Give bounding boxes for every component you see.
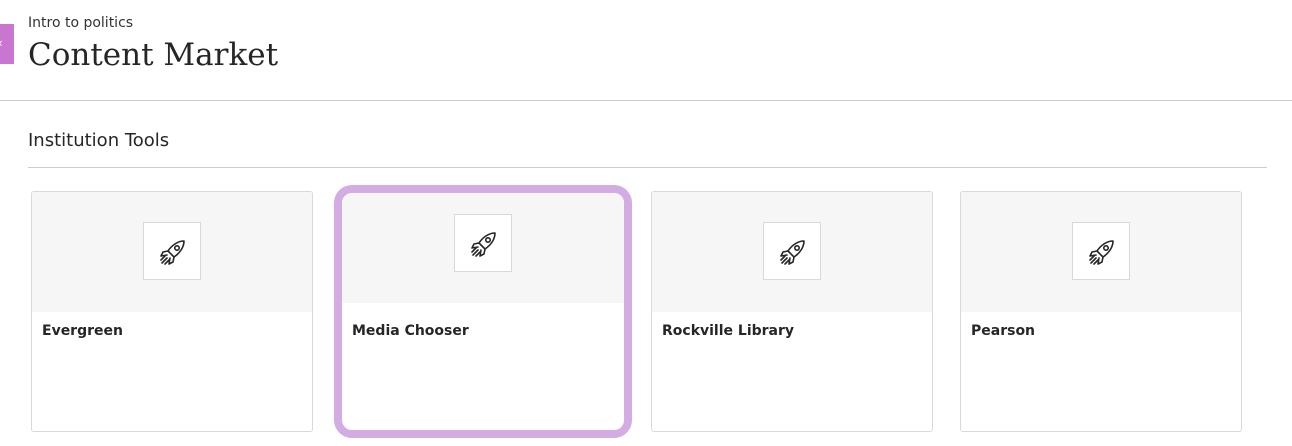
card-icon-box <box>763 222 821 280</box>
rocket-icon <box>780 240 805 265</box>
section-divider <box>28 167 1267 168</box>
card-banner <box>32 192 312 312</box>
tool-name: Rockville Library <box>662 323 795 339</box>
card-icon-box <box>1072 222 1130 280</box>
tool-name: Media Chooser <box>352 323 469 339</box>
rocket-icon <box>1089 240 1114 265</box>
card-icon-box <box>143 222 201 280</box>
tool-name: Evergreen <box>42 323 123 339</box>
card-icon-box <box>454 214 512 272</box>
rocket-icon <box>160 240 185 265</box>
tool-name: Pearson <box>971 323 1036 339</box>
page-title: Content Market <box>28 37 279 73</box>
card-banner <box>961 192 1241 312</box>
tool-card-rockville-library[interactable]: Rockville Library <box>651 191 933 432</box>
tool-card-pearson[interactable]: Pearson <box>960 191 1242 432</box>
header-divider <box>0 100 1292 101</box>
card-banner <box>342 193 624 303</box>
course-name[interactable]: Intro to politics <box>28 15 133 31</box>
card-banner <box>652 192 932 312</box>
tool-card-media-chooser[interactable]: Media Chooser <box>334 185 632 438</box>
chevron-left-icon: ‹ <box>0 35 3 51</box>
section-title: Institution Tools <box>28 130 170 151</box>
back-button[interactable]: ‹ <box>0 24 14 64</box>
tool-card-evergreen[interactable]: Evergreen <box>31 191 313 432</box>
content-market-page: ‹ Intro to politics Content Market Insti… <box>0 0 1292 446</box>
rocket-icon <box>471 232 496 257</box>
